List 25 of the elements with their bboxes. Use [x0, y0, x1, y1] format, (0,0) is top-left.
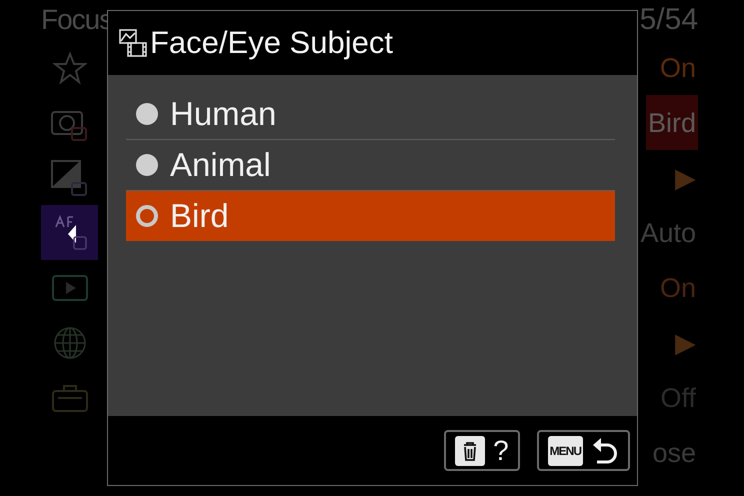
option-row[interactable]: Bird	[126, 191, 615, 241]
option-row[interactable]: Human	[126, 89, 615, 140]
setting-value: ▶	[675, 162, 696, 192]
setting-value: ose	[652, 438, 696, 468]
setting-value: ▶	[675, 328, 696, 358]
radio-button[interactable]	[136, 103, 158, 125]
globe-icon	[52, 326, 86, 360]
toolbox-icon	[52, 384, 88, 412]
back-button[interactable]: MENU	[536, 430, 630, 471]
setting-value: Bird	[648, 108, 696, 138]
dialog-title: Face/Eye Subject	[150, 25, 393, 61]
radio-button[interactable]	[136, 205, 158, 227]
sidebar-tab[interactable]	[41, 205, 98, 260]
page-counter: 5/54	[640, 2, 698, 38]
photo-movie-icon	[118, 28, 148, 58]
help-button[interactable]: ?	[444, 430, 520, 471]
trash-icon	[455, 436, 486, 466]
setting-value: Auto	[640, 218, 696, 248]
exposure-icon	[50, 158, 90, 196]
setting-value: On	[660, 52, 696, 82]
star-icon	[52, 50, 86, 84]
setting-value: On	[660, 272, 696, 302]
playback-icon	[52, 274, 88, 300]
radio-button[interactable]	[136, 154, 158, 176]
return-arrow-icon	[591, 436, 619, 466]
